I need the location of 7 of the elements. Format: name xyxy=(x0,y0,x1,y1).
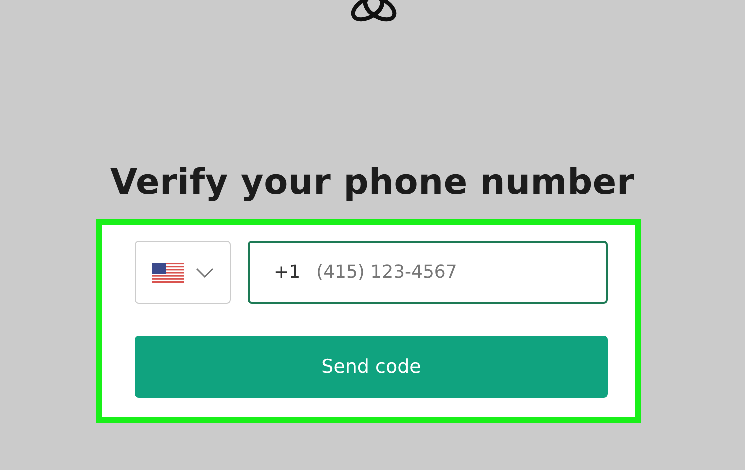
phone-number-input[interactable]: (415) 123-4567 xyxy=(314,261,606,284)
flag-icon xyxy=(152,262,184,282)
page-title: Verify your phone number xyxy=(109,162,636,205)
chevron-down-icon xyxy=(196,268,214,278)
phone-field[interactable]: +1 (415) 123-4567 xyxy=(248,241,608,304)
country-code: +1 xyxy=(274,262,301,283)
country-select[interactable] xyxy=(135,241,231,304)
